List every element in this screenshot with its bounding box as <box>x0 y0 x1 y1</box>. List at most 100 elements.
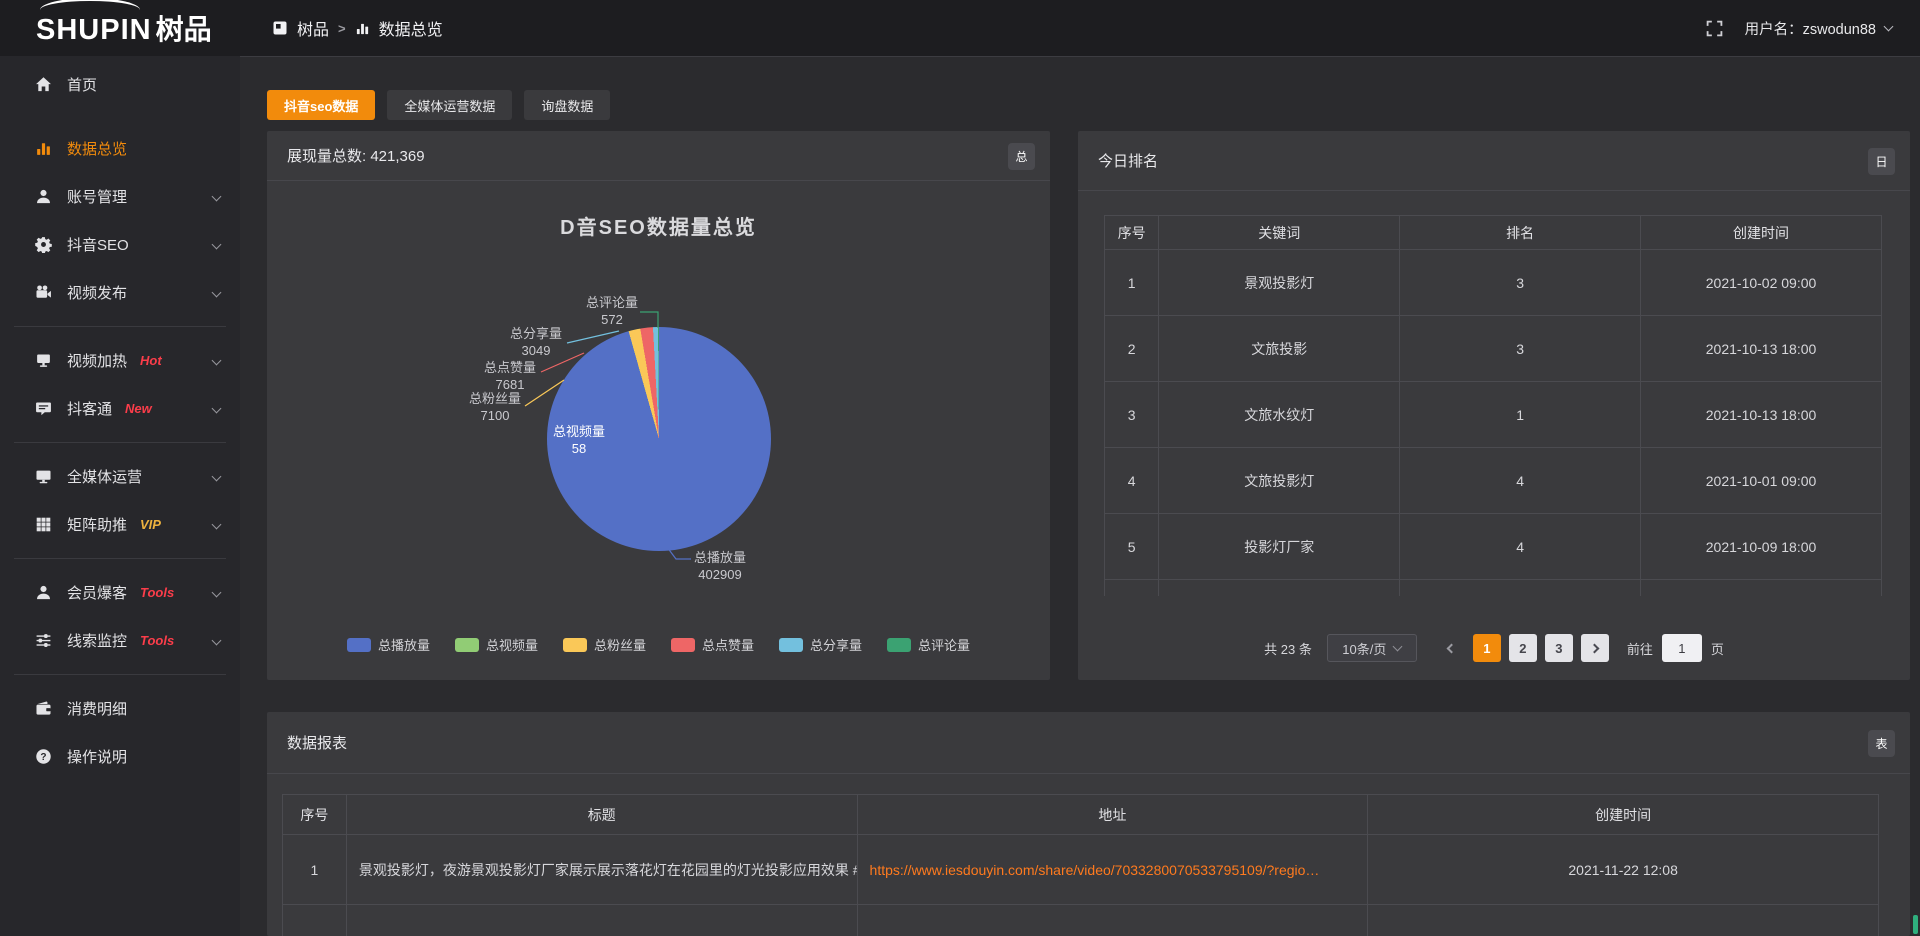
pie-label-comments: 总评论量572 <box>586 294 638 328</box>
sidebar-item-member[interactable]: 会员爆客 Tools <box>0 568 240 616</box>
chevron-left-icon <box>1447 643 1457 653</box>
screen-icon <box>34 352 53 369</box>
legend-swatch <box>563 638 587 652</box>
sidebar-item-label: 操作说明 <box>67 746 127 767</box>
sidebar-item-lead-monitor[interactable]: 线索监控 Tools <box>0 616 240 664</box>
ranking-title: 今日排名 <box>1098 150 1158 171</box>
sidebar-item-consumption[interactable]: 消费明细 <box>0 684 240 732</box>
chevron-down-icon <box>1393 642 1403 652</box>
pie-label-likes: 总点赞量7681 <box>484 359 536 393</box>
col-index: 序号 <box>1105 216 1159 250</box>
sidebar-divider <box>14 442 226 443</box>
sidebar-item-douketong[interactable]: 抖客通 New <box>0 384 240 432</box>
col-keyword: 关键词 <box>1159 216 1400 250</box>
legend-item[interactable]: 总分享量 <box>779 635 862 654</box>
gear-icon <box>34 236 53 253</box>
video-link[interactable]: https://www.iesdouyin.com/share/video/70… <box>870 862 1320 878</box>
chevron-down-icon <box>212 355 222 365</box>
breadcrumb-separator: > <box>338 21 346 36</box>
goto-suffix: 页 <box>1711 639 1724 658</box>
next-page-button[interactable] <box>1581 634 1609 662</box>
tab-media-ops[interactable]: 全媒体运营数据 <box>387 90 512 120</box>
monitor-icon <box>34 468 53 485</box>
sidebar-item-data-overview[interactable]: 数据总览 <box>0 124 240 172</box>
pagination: 共 23 条 10条/页 1 2 3 前往 页 <box>1078 634 1910 662</box>
legend-item[interactable]: 总粉丝量 <box>563 635 646 654</box>
breadcrumb-current[interactable]: 数据总览 <box>379 16 443 40</box>
pie-label-plays: 总播放量402909 <box>694 549 746 583</box>
page-button-2[interactable]: 2 <box>1509 634 1537 662</box>
sidebar-item-video-heat[interactable]: 视频加热 Hot <box>0 336 240 384</box>
table-row: 5投影灯厂家42021-10-09 18:00 <box>1105 514 1882 580</box>
scrollbar-thumb[interactable] <box>1913 915 1918 934</box>
header-divider <box>240 56 1920 57</box>
chevron-down-icon <box>212 403 222 413</box>
page-button-3[interactable]: 3 <box>1545 634 1573 662</box>
sidebar-item-account[interactable]: 账号管理 <box>0 172 240 220</box>
video-title-cell: 景观投影灯，夜游景观投影灯厂家展示展示落花灯在花园里的灯光投影应用效果 # <box>346 835 857 905</box>
chevron-down-icon <box>212 519 222 529</box>
table-row: 1 景观投影灯，夜游景观投影灯厂家展示展示落花灯在花园里的灯光投影应用效果 # … <box>283 835 1879 905</box>
chart-bar-icon <box>355 21 370 36</box>
tools-badge: Tools <box>140 585 174 600</box>
svg-text:?: ? <box>40 752 46 763</box>
prev-page-button[interactable] <box>1439 634 1465 662</box>
sidebar-item-home[interactable]: 首页 <box>0 60 240 108</box>
page-button-1[interactable]: 1 <box>1473 634 1501 662</box>
col-url: 地址 <box>857 795 1368 835</box>
legend-item[interactable]: 总评论量 <box>887 635 970 654</box>
chevron-down-icon <box>212 191 222 201</box>
table-row: 4文旅投影灯42021-10-01 09:00 <box>1105 448 1882 514</box>
table-header-row: 序号 标题 地址 创建时间 <box>283 795 1879 835</box>
table-row-partial <box>283 905 1879 936</box>
ranking-table: 序号 关键词 排名 创建时间 1景观投影灯32021-10-02 09:00 2… <box>1104 215 1882 596</box>
tab-inquiry[interactable]: 询盘数据 <box>524 90 610 120</box>
sidebar-item-instructions[interactable]: ? 操作说明 <box>0 732 240 780</box>
chat-icon <box>34 400 53 417</box>
fullscreen-icon[interactable] <box>1706 20 1723 37</box>
col-created: 创建时间 <box>1641 216 1882 250</box>
chevron-down-icon <box>212 471 222 481</box>
table-row: 2文旅投影32021-10-13 18:00 <box>1105 316 1882 382</box>
pie-label-fans: 总粉丝量7100 <box>469 390 521 424</box>
tab-douyin-seo[interactable]: 抖音seo数据 <box>267 90 375 120</box>
chevron-down-icon <box>212 239 222 249</box>
breadcrumb: 树品 > 数据总览 <box>272 16 443 40</box>
sidebar-item-label: 矩阵助推 <box>67 514 127 535</box>
movie-camera-icon <box>34 284 53 301</box>
user-menu[interactable]: 用户名：zswodun88 <box>1745 18 1892 39</box>
breadcrumb-root[interactable]: 树品 <box>297 16 329 40</box>
col-created: 创建时间 <box>1368 795 1879 835</box>
legend-item[interactable]: 总视频量 <box>455 635 538 654</box>
table-badge-button[interactable]: 表 <box>1868 730 1895 757</box>
sidebar-item-label: 首页 <box>67 74 97 95</box>
chevron-down-icon <box>212 587 222 597</box>
sidebar-item-media-ops[interactable]: 全媒体运营 <box>0 452 240 500</box>
day-badge-button[interactable]: 日 <box>1868 148 1895 175</box>
sidebar-item-label: 视频发布 <box>67 282 127 303</box>
sidebar-item-video-publish[interactable]: 视频发布 <box>0 268 240 316</box>
goto-page-input[interactable] <box>1662 634 1702 662</box>
sliders-icon <box>34 632 53 649</box>
logo-text-cn: 树品 <box>156 8 212 48</box>
pie-chart-area: D音SEO数据量总览 总评论量572 总分享量3049 总点赞量7681 总粉丝… <box>267 131 1050 680</box>
sidebar-item-douyin-seo[interactable]: 抖音SEO <box>0 220 240 268</box>
sidebar-item-matrix-boost[interactable]: 矩阵助推 VIP <box>0 500 240 548</box>
table-row: 3文旅水纹灯12021-10-13 18:00 <box>1105 382 1882 448</box>
legend-item[interactable]: 总播放量 <box>347 635 430 654</box>
pie-label-videos: 总视频量58 <box>553 423 605 457</box>
member-icon <box>34 584 53 601</box>
sidebar-divider <box>14 558 226 559</box>
username-label: 用户名：zswodun88 <box>1745 18 1876 39</box>
legend-item[interactable]: 总点赞量 <box>671 635 754 654</box>
chevron-right-icon <box>1590 643 1600 653</box>
overview-panel: 展现量总数: 421,369 总 D音SEO数据量总览 总评论量572 总分享量… <box>267 131 1050 680</box>
new-badge: New <box>125 401 152 416</box>
chart-legend: 总播放量 总视频量 总粉丝量 总点赞量 总分享量 总评论量 <box>267 635 1050 654</box>
vip-badge: VIP <box>140 517 161 532</box>
sidebar-item-label: 账号管理 <box>67 186 127 207</box>
app-logo: SHUPIN 树品 <box>0 8 240 48</box>
page-size-select[interactable]: 10条/页 <box>1327 634 1417 662</box>
sidebar-item-label: 抖客通 <box>67 398 112 419</box>
logo-arc <box>40 0 140 22</box>
